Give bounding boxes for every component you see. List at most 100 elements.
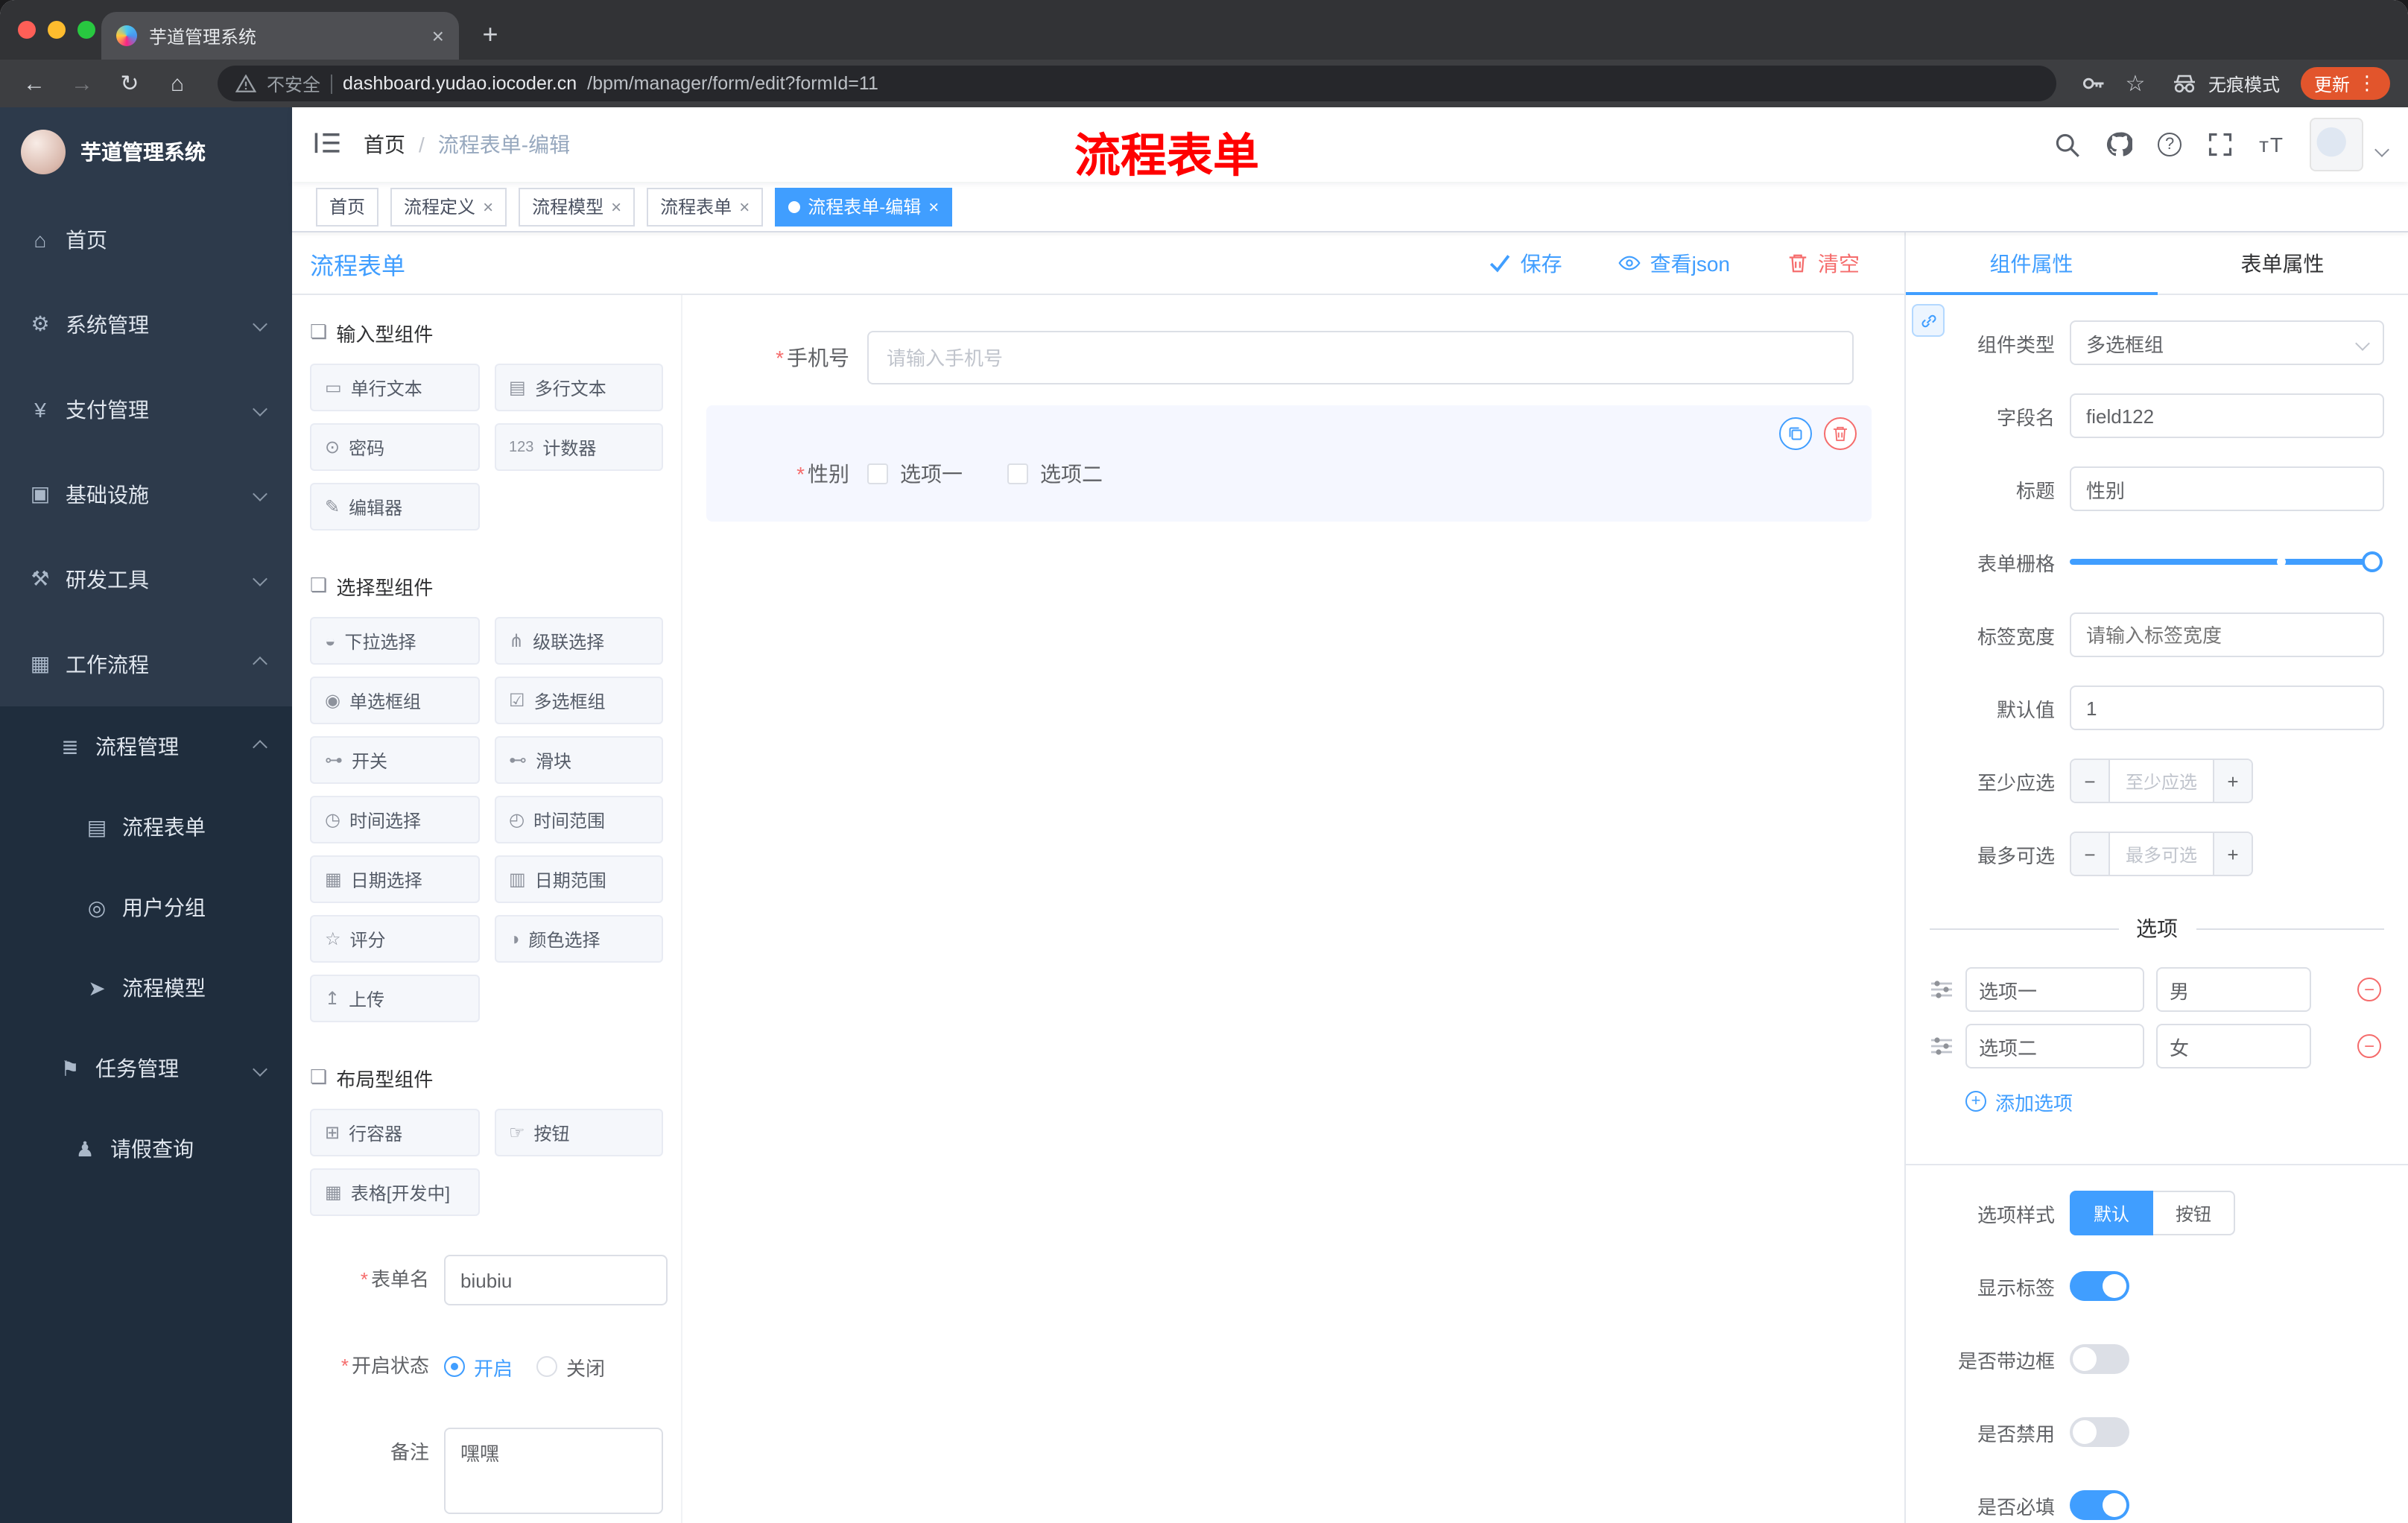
option-value-input[interactable] xyxy=(2156,1024,2311,1068)
field-name-input[interactable] xyxy=(2070,393,2384,438)
sidebar-item-task-management[interactable]: ⚑ 任务管理 xyxy=(0,1028,292,1109)
sidebar-item-leave-query[interactable]: ♟ 请假查询 xyxy=(0,1109,292,1189)
tag-process-form-edit[interactable]: 流程表单-编辑 × xyxy=(775,187,953,226)
save-button[interactable]: 保存 xyxy=(1489,248,1562,278)
search-icon[interactable] xyxy=(2053,131,2080,158)
sidebar-item-user-groups[interactable]: ◎ 用户分组 xyxy=(0,867,292,948)
disabled-switch[interactable] xyxy=(2070,1417,2129,1447)
option-style-default-button[interactable]: 默认 xyxy=(2070,1191,2154,1235)
new-tab-button[interactable]: + xyxy=(471,15,510,54)
min-select-value[interactable]: 至少应选 xyxy=(2110,760,2213,802)
palette-item-date-picker[interactable]: ▦ 日期选择 xyxy=(310,855,479,903)
border-switch[interactable] xyxy=(2070,1344,2129,1374)
tab-component-props[interactable]: 组件属性 xyxy=(1906,232,2157,295)
sidebar-item-process-management[interactable]: ≣ 流程管理 xyxy=(0,706,292,787)
palette-item-select[interactable]: ◒ 下拉选择 xyxy=(310,617,479,665)
reload-icon[interactable]: ↻ xyxy=(113,70,146,97)
palette-item-counter[interactable]: 123 计数器 xyxy=(494,423,663,471)
palette-item-multi-line-text[interactable]: ▤ 多行文本 xyxy=(494,364,663,411)
sidebar-item-dev-tools[interactable]: ⚒ 研发工具 xyxy=(0,536,292,621)
breadcrumb-home[interactable]: 首页 xyxy=(364,130,405,159)
tag-process-form[interactable]: 流程表单 × xyxy=(647,187,764,226)
palette-item-single-line-text[interactable]: ▭ 单行文本 xyxy=(310,364,479,411)
window-close-button[interactable] xyxy=(18,21,36,39)
palette-item-color-picker[interactable]: ◑ 颜色选择 xyxy=(494,915,663,963)
remove-option-button[interactable]: − xyxy=(2357,978,2381,1001)
help-icon[interactable]: ? xyxy=(2158,133,2182,156)
tab-form-props[interactable]: 表单属性 xyxy=(2157,232,2408,294)
sidebar-item-system-management[interactable]: ⚙ 系统管理 xyxy=(0,282,292,367)
plus-button[interactable]: + xyxy=(2213,760,2252,802)
palette-item-date-range[interactable]: ▥ 日期范围 xyxy=(494,855,663,903)
gender-option-1[interactable]: 选项一 xyxy=(867,459,963,489)
phone-input[interactable] xyxy=(867,331,1854,384)
show-label-switch[interactable] xyxy=(2070,1271,2129,1301)
browser-menu-icon[interactable]: ⋮ xyxy=(2357,72,2377,95)
palette-item-checkbox-group[interactable]: ☑ 多选框组 xyxy=(494,677,663,724)
remark-textarea[interactable]: 嘿嘿 xyxy=(444,1428,663,1514)
github-icon[interactable] xyxy=(2106,131,2133,158)
user-avatar[interactable] xyxy=(2310,118,2363,171)
sidebar-item-payment-management[interactable]: ¥ 支付管理 xyxy=(0,367,292,452)
palette-item-row-container[interactable]: ⊞ 行容器 xyxy=(310,1109,479,1156)
browser-tab[interactable]: 芋道管理系统 × xyxy=(101,12,459,60)
phone-field-widget[interactable]: * 手机号 xyxy=(706,319,1872,396)
palette-item-password[interactable]: ⊙ 密码 xyxy=(310,423,479,471)
fullscreen-icon[interactable] xyxy=(2207,131,2234,158)
palette-item-switch[interactable]: ⊶ 开关 xyxy=(310,736,479,784)
option-name-input[interactable] xyxy=(1965,1024,2144,1068)
link-icon-button[interactable] xyxy=(1912,304,1945,337)
home-icon[interactable]: ⌂ xyxy=(161,71,194,96)
tag-home[interactable]: 首页 xyxy=(316,187,379,226)
max-select-value[interactable]: 最多可选 xyxy=(2110,833,2213,875)
option-name-input[interactable] xyxy=(1965,967,2144,1012)
back-icon[interactable]: ← xyxy=(18,71,51,96)
palette-item-slider[interactable]: ⊷ 滑块 xyxy=(494,736,663,784)
plus-button[interactable]: + xyxy=(2213,833,2252,875)
drag-handle-icon[interactable] xyxy=(1930,1036,1954,1057)
remove-option-button[interactable]: − xyxy=(2357,1034,2381,1058)
palette-item-button[interactable]: ☞ 按钮 xyxy=(494,1109,663,1156)
sidebar-item-workflow[interactable]: ▦ 工作流程 xyxy=(0,621,292,706)
label-width-input[interactable] xyxy=(2070,612,2384,657)
sidebar-logo[interactable]: 芋道管理系统 xyxy=(0,107,292,197)
tag-close-icon[interactable]: × xyxy=(483,196,493,217)
update-button[interactable]: 更新 ⋮ xyxy=(2300,67,2390,100)
status-on-radio[interactable]: 开启 xyxy=(444,1341,513,1392)
sidebar-item-process-form[interactable]: ▤ 流程表单 xyxy=(0,787,292,867)
palette-item-cascader[interactable]: ⋔ 级联选择 xyxy=(494,617,663,665)
form-name-input[interactable] xyxy=(444,1255,668,1305)
slider-handle[interactable] xyxy=(2362,551,2383,572)
window-minimize-button[interactable] xyxy=(48,21,66,39)
tag-process-model[interactable]: 流程模型 × xyxy=(519,187,636,226)
sidebar-item-home[interactable]: ⌂ 首页 xyxy=(0,197,292,282)
minus-button[interactable]: − xyxy=(2071,833,2110,875)
palette-item-radio-group[interactable]: ◉ 单选框组 xyxy=(310,677,479,724)
palette-item-editor[interactable]: ✎ 编辑器 xyxy=(310,483,479,531)
hamburger-icon[interactable] xyxy=(313,130,343,159)
add-option-button[interactable]: + 添加选项 xyxy=(1965,1083,2384,1119)
tab-close-icon[interactable]: × xyxy=(432,25,444,46)
palette-item-time-picker[interactable]: ◷ 时间选择 xyxy=(310,796,479,843)
clear-button[interactable]: 清空 xyxy=(1787,248,1860,278)
tag-close-icon[interactable]: × xyxy=(611,196,621,217)
copy-widget-button[interactable] xyxy=(1779,417,1812,450)
view-json-button[interactable]: 查看json xyxy=(1619,248,1730,278)
key-icon[interactable] xyxy=(2080,70,2107,97)
forward-icon[interactable]: → xyxy=(66,71,98,96)
sidebar-item-process-model[interactable]: ➤ 流程模型 xyxy=(0,948,292,1028)
gender-field-widget[interactable]: * 性别 选项一 选项二 xyxy=(706,405,1872,522)
minus-button[interactable]: − xyxy=(2071,760,2110,802)
checkbox-icon[interactable] xyxy=(1007,463,1028,484)
default-value-input[interactable] xyxy=(2070,685,2384,730)
option-style-button-button[interactable]: 按钮 xyxy=(2153,1191,2236,1235)
tag-close-icon[interactable]: × xyxy=(739,196,750,217)
status-off-radio[interactable]: 关闭 xyxy=(536,1341,605,1392)
bookmark-star-icon[interactable]: ☆ xyxy=(2122,70,2149,97)
required-switch[interactable] xyxy=(2070,1490,2129,1520)
palette-item-upload[interactable]: ↥ 上传 xyxy=(310,975,479,1022)
checkbox-icon[interactable] xyxy=(867,463,888,484)
component-type-select[interactable]: 多选框组 xyxy=(2070,320,2384,365)
option-value-input[interactable] xyxy=(2156,967,2311,1012)
delete-widget-button[interactable] xyxy=(1824,417,1857,450)
